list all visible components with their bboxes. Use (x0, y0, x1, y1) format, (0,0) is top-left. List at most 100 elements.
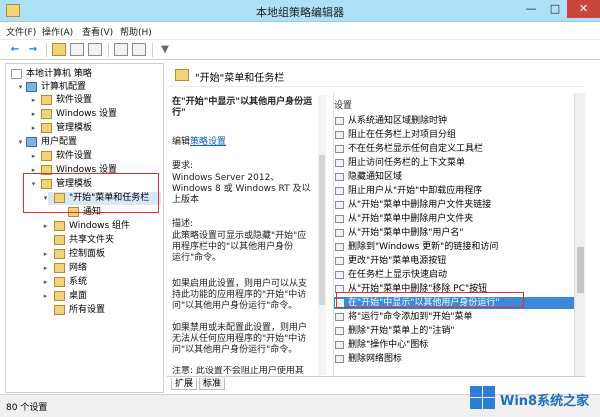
window-title: 本地组策略编辑器 (256, 6, 344, 19)
setting-item[interactable]: 删除网络图标 (334, 353, 576, 365)
requirements-text: Windows Server 2012、 Windows 8 或 Windows… (172, 173, 311, 205)
policy-icon (335, 159, 344, 167)
collapse-icon[interactable]: ▾ (16, 136, 25, 149)
content-header: "开始"菜单和任务栏 (167, 63, 585, 87)
tree-all-settings[interactable]: 所有设置 (54, 304, 154, 317)
tree-user-software-settings[interactable]: 软件设置 (41, 150, 151, 163)
expand-icon[interactable]: ▸ (41, 290, 50, 303)
expand-icon[interactable]: ▸ (29, 94, 38, 107)
forward-icon[interactable]: → (26, 43, 40, 56)
setting-item[interactable]: 不在任务栏显示任何自定义工具栏 (334, 143, 576, 155)
expand-icon[interactable]: ▸ (29, 150, 38, 163)
policy-icon (335, 355, 344, 363)
setting-item[interactable]: 阻止在任务栏上对项目分组 (334, 129, 576, 141)
close-button[interactable]: ✕ (567, 0, 600, 18)
minimize-button[interactable]: — (519, 0, 543, 18)
back-icon[interactable]: ← (8, 43, 22, 56)
policy-document-icon (11, 69, 22, 79)
expand-icon[interactable]: ▸ (29, 108, 38, 121)
policy-icon (335, 243, 344, 251)
tree-software-settings[interactable]: 软件设置 (41, 94, 151, 107)
tree-computer-config[interactable]: 计算机配置 (26, 81, 156, 94)
policy-icon (335, 257, 344, 265)
policy-icon (335, 327, 344, 335)
settings-column-header[interactable]: 设置 (334, 98, 352, 111)
setting-highlight-box (336, 292, 524, 308)
policy-icon (335, 131, 344, 139)
folder-icon (54, 291, 65, 301)
setting-item[interactable]: 隐藏通知区域 (334, 171, 576, 183)
settings-list: 设置 从系统通知区域删除时钟 阻止在任务栏上对项目分组 不在任务栏显示任何自定义… (333, 93, 585, 376)
folder-icon (41, 95, 52, 105)
folder-icon (54, 249, 65, 259)
toolbar-divider (46, 43, 47, 57)
setting-item[interactable]: 删除到"Windows 更新"的链接和访问 (334, 241, 576, 253)
expand-icon[interactable]: ▸ (41, 262, 50, 275)
tab-extended[interactable]: 扩展 (171, 378, 198, 390)
setting-item[interactable]: 更改"开始"菜单电源按钮 (334, 255, 576, 267)
folder-icon (54, 305, 65, 315)
policy-icon (335, 313, 344, 321)
expand-icon[interactable]: ▸ (41, 220, 50, 233)
setting-item[interactable]: 阻止用户从"开始"中卸载应用程序 (334, 185, 576, 197)
expand-icon[interactable]: ▸ (41, 276, 50, 289)
up-folder-icon[interactable] (52, 43, 66, 56)
policy-icon (335, 215, 344, 223)
export-list-icon[interactable] (88, 43, 102, 56)
setting-item[interactable]: 从"开始"菜单中删除"用户名" (334, 227, 576, 239)
setting-item[interactable]: 在任务栏上显示快速启动 (334, 269, 576, 281)
tab-standard[interactable]: 标准 (199, 378, 226, 390)
tree-desktop[interactable]: 桌面 (54, 290, 154, 303)
tree-system[interactable]: 系统 (54, 276, 154, 289)
toolbar-divider (152, 43, 153, 57)
description-pane: 在"开始"中显示"以其他用户身份运行" 编辑策略设置 要求: Windows S… (167, 87, 327, 376)
setting-item[interactable]: 阻止访问任务栏的上下文菜单 (334, 157, 576, 169)
collapse-icon[interactable]: ▾ (16, 81, 25, 94)
tree-root[interactable]: 本地计算机 策略 (11, 68, 161, 81)
menu-help[interactable]: 帮助(H) (120, 25, 152, 38)
description-text: 此策略设置可显示或隐藏"开始"应 用程序栏中的"以其他用户身份 运行"命令。 (172, 231, 307, 263)
setting-item[interactable]: 删除"操作中心"图标 (334, 339, 576, 351)
policy-icon (335, 201, 344, 209)
tree-shared-folders[interactable]: 共享文件夹 (54, 234, 154, 247)
tree-windows-settings[interactable]: Windows 设置 (41, 108, 151, 121)
tree-control-panel[interactable]: 控制面板 (54, 248, 154, 261)
settings-scrollbar-thumb[interactable] (577, 247, 584, 293)
description-scrollbar-thumb[interactable] (319, 155, 325, 305)
maximize-button[interactable]: □ (543, 0, 567, 18)
menu-action[interactable]: 操作(A) (42, 25, 73, 38)
tree-admin-templates[interactable]: 管理模板 (41, 122, 151, 135)
show-hide-tree-icon[interactable] (70, 43, 84, 56)
folder-icon (54, 235, 65, 245)
tree-user-config[interactable]: 用户配置 (26, 136, 156, 149)
note-text: 注意: 此设置不会阻止用户使用其 (172, 366, 304, 376)
toolbar-divider (108, 43, 109, 57)
edit-policy-link[interactable]: 策略设置 (190, 137, 226, 147)
content-header-title: "开始"菜单和任务栏 (195, 73, 285, 84)
tree-network[interactable]: 网络 (54, 262, 154, 275)
setting-item[interactable]: 从"开始"菜单中删除用户文件夹链接 (334, 199, 576, 211)
setting-item[interactable]: 从"开始"菜单中删除用户文件夹 (334, 213, 576, 225)
expand-icon[interactable]: ▸ (41, 248, 50, 261)
setting-item[interactable]: 删除"开始"菜单上的"注销" (334, 325, 576, 337)
computer-icon (26, 82, 37, 92)
policy-icon (335, 145, 344, 153)
policy-icon (335, 187, 344, 195)
description-scrollbar[interactable] (318, 95, 326, 375)
folder-icon (41, 151, 52, 161)
setting-item[interactable]: 将"运行"命令添加到"开始"菜单 (334, 311, 576, 323)
properties-icon[interactable] (132, 43, 146, 56)
tree-windows-components[interactable]: Windows 组件 (54, 220, 154, 233)
settings-scrollbar[interactable] (574, 93, 585, 376)
menu-bar: 文件(F) 操作(A) 查看(V) 帮助(H) (0, 22, 600, 40)
menu-view[interactable]: 查看(V) (82, 25, 113, 38)
folder-icon (175, 69, 189, 81)
policy-icon (335, 173, 344, 181)
folder-icon (54, 263, 65, 273)
setting-item[interactable]: 从系统通知区域删除时钟 (334, 115, 576, 127)
expand-icon[interactable]: ▸ (29, 122, 38, 135)
filter-icon[interactable]: ▼ (158, 43, 172, 56)
policy-icon (335, 229, 344, 237)
help-icon[interactable] (114, 43, 128, 56)
menu-file[interactable]: 文件(F) (6, 25, 36, 38)
